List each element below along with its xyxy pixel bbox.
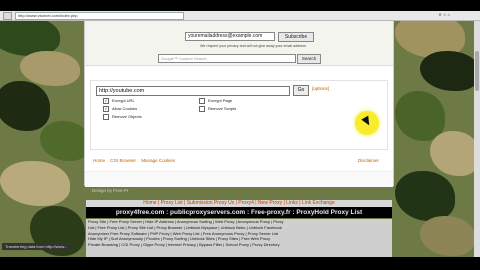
camo-patch: [40, 121, 90, 161]
disclaimer-link[interactable]: Disclaimer: [358, 158, 379, 163]
option-encrypt-page[interactable]: Encrypt Page: [199, 98, 232, 104]
option-remove-objects[interactable]: Remove Objects: [103, 114, 142, 120]
camo-patch: [0, 81, 50, 131]
camo-patch: [420, 51, 480, 91]
camo-patch: [395, 91, 445, 141]
checkbox-icon[interactable]: [103, 114, 109, 120]
browser-toolbar: http://www.vtunnel.com/index.php ✕ ☆ ⌂: [0, 11, 480, 21]
status-bar: Transferring data from http://www...: [2, 243, 71, 250]
option-label: Encrypt URL: [112, 98, 135, 104]
subscribe-button[interactable]: Subscribe: [278, 32, 314, 42]
checkbox-checked-icon[interactable]: ✓: [103, 106, 109, 112]
address-bar[interactable]: http://www.vtunnel.com/index.php: [15, 12, 184, 20]
option-label: Remove Scripts: [208, 106, 237, 112]
camo-patch: [20, 51, 80, 86]
search-input[interactable]: Google™ Custom Search: [158, 54, 296, 63]
search-button[interactable]: Search: [297, 54, 321, 64]
scrollbar-thumb[interactable]: [475, 51, 479, 91]
proxy-page: youremailaddress@example.com Subscribe W…: [84, 21, 394, 187]
partner-sites-links[interactable]: proxy4free.com : publicproxyservers.com …: [86, 207, 392, 218]
option-label: Encrypt Page: [208, 98, 233, 104]
option-label: Allow Cookies: [112, 106, 138, 112]
designer-credit: Design by Free-Pr: [92, 188, 129, 193]
proxy-directory: Proxy Site | Free Proxy Server | Hide IP…: [86, 219, 392, 257]
camo-patch: [395, 171, 455, 221]
mouse-pointer-icon: [361, 115, 373, 128]
toolbar-icons: ✕ ☆ ⌂: [438, 12, 450, 17]
letterbox-bottom: [0, 257, 480, 270]
footer-link-manage-cookies[interactable]: Manage Cookies: [141, 158, 175, 163]
url-field[interactable]: http://youtube.com: [96, 86, 290, 96]
footer-link-cgi-browser[interactable]: CGI Browser: [110, 158, 136, 163]
option-encrypt-url[interactable]: ✓ Encrypt URL: [103, 98, 135, 104]
proxy-form: http://youtube.com Go [options] ✓ Encrypt…: [90, 80, 388, 150]
cursor-highlight: [355, 111, 379, 135]
email-field[interactable]: youremailaddress@example.com: [185, 32, 275, 41]
checkbox-icon[interactable]: [199, 98, 205, 104]
privacy-note: We respect your privacy and will not giv…: [200, 44, 306, 48]
newsletter-section: youremailaddress@example.com Subscribe W…: [85, 21, 393, 66]
camo-patch: [0, 161, 70, 206]
options-link[interactable]: [options]: [312, 86, 329, 91]
checkbox-icon[interactable]: [199, 106, 205, 112]
go-button[interactable]: Go: [293, 85, 309, 96]
checkbox-checked-icon[interactable]: ✓: [103, 98, 109, 104]
option-remove-scripts[interactable]: Remove Scripts: [199, 106, 236, 112]
footer-nav: Home CGI Browser Manage Cookies: [93, 158, 179, 163]
back-icon[interactable]: [3, 12, 12, 20]
page-scrollbar[interactable]: [474, 21, 480, 257]
camo-patch: [420, 216, 475, 256]
camo-patch: [430, 131, 480, 176]
page-bottom: [85, 171, 393, 187]
letterbox-top: [0, 0, 480, 11]
site-nav-links[interactable]: Home | Proxy List | Submission Proxy Us …: [86, 200, 392, 207]
footer-link-home[interactable]: Home: [93, 158, 105, 163]
option-allow-cookies[interactable]: ✓ Allow Cookies: [103, 106, 137, 112]
option-label: Remove Objects: [112, 114, 142, 120]
directory-line[interactable]: Private Browsing | CGI Proxy | Glype Pro…: [86, 242, 392, 248]
